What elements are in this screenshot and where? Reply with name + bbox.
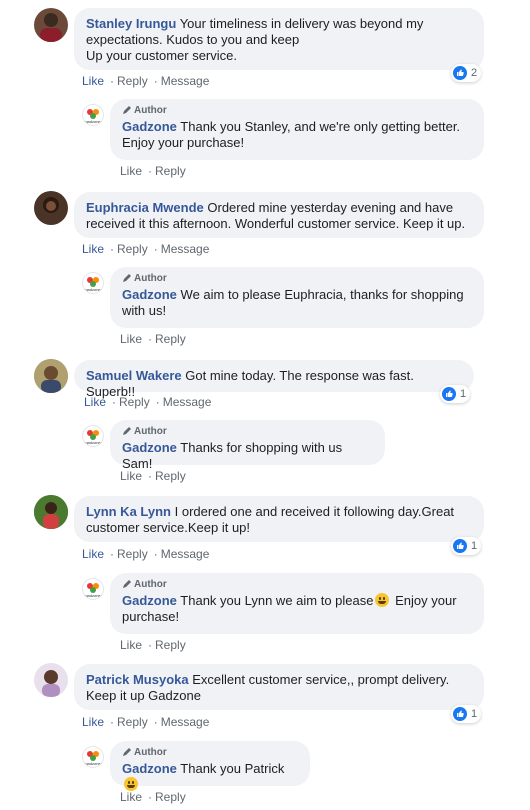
author-badge: Author (122, 273, 472, 285)
author-badge: Author (122, 105, 472, 117)
reply-bubble: Author Gadzone Thanks for shopping with … (110, 420, 385, 471)
author-badge: Author (122, 579, 472, 591)
brand-avatar[interactable]: gadzone (82, 425, 104, 447)
pencil-icon (123, 748, 131, 756)
reply-bubble: Author Gadzone Thank you Stanley, and we… (110, 99, 484, 160)
comment-bubble: Patrick Musyoka Excellent customer servi… (74, 664, 484, 710)
avatar[interactable] (34, 8, 68, 42)
like-link[interactable]: Like (120, 332, 142, 346)
reply-bubble: Author Gadzone We aim to please Euphraci… (110, 267, 484, 328)
comment-actions: Like · Reply · Message (82, 74, 210, 88)
reply-text: Thank you Lynn we aim to please (180, 593, 374, 608)
svg-text:gadzone: gadzone (85, 119, 101, 124)
reply-link[interactable]: Reply (155, 790, 186, 804)
smiley-emoji-icon (124, 777, 138, 791)
like-link[interactable]: Like (120, 469, 142, 483)
replier-name[interactable]: Gadzone (122, 761, 177, 776)
commenter-name[interactable]: Stanley Irungu (86, 16, 176, 31)
reply-actions: Like · Reply (120, 638, 186, 652)
like-icon (453, 707, 467, 721)
author-badge: Author (122, 747, 298, 759)
avatar[interactable] (34, 495, 68, 529)
svg-text:gadzone: gadzone (85, 761, 101, 766)
reply-actions: Like · Reply (120, 790, 186, 804)
reaction-count[interactable]: 1 (451, 537, 482, 555)
brand-avatar[interactable]: gadzone (82, 746, 104, 768)
replier-name[interactable]: Gadzone (122, 119, 177, 134)
reply-text: Thank you Patrick (180, 761, 285, 776)
reply-link[interactable]: Reply (117, 74, 148, 88)
reply-bubble: Author Gadzone Thank you Patrick (110, 741, 310, 791)
reply-link[interactable]: Reply (117, 715, 148, 729)
message-link[interactable]: Message (161, 547, 210, 561)
reply-link[interactable]: Reply (119, 395, 150, 409)
pencil-icon (123, 580, 131, 588)
smiley-emoji-icon (375, 593, 390, 607)
author-badge: Author (122, 426, 373, 438)
comment-bubble: Euphracia Mwende Ordered mine yesterday … (74, 192, 484, 238)
pencil-icon (123, 106, 131, 114)
pencil-icon (123, 427, 131, 435)
message-link[interactable]: Message (163, 395, 212, 409)
message-link[interactable]: Message (161, 242, 210, 256)
like-link[interactable]: Like (120, 638, 142, 652)
like-link[interactable]: Like (82, 74, 104, 88)
brand-avatar[interactable]: gadzone (82, 578, 104, 600)
like-link[interactable]: Like (84, 395, 106, 409)
avatar[interactable] (34, 663, 68, 697)
comment-bubble: Lynn Ka Lynn I ordered one and received … (74, 496, 484, 542)
reply-actions: Like · Reply (120, 469, 186, 483)
reply-link[interactable]: Reply (155, 469, 186, 483)
reaction-count[interactable]: 1 (451, 705, 482, 723)
like-icon (442, 387, 456, 401)
comment-actions: Like · Reply · Message (82, 547, 210, 561)
commenter-name[interactable]: Euphracia Mwende (86, 200, 204, 215)
comment-bubble: Samuel Wakere Got mine today. The respon… (74, 360, 474, 399)
message-link[interactable]: Message (161, 74, 210, 88)
commenter-name[interactable]: Lynn Ka Lynn (86, 504, 171, 519)
message-link[interactable]: Message (161, 715, 210, 729)
reply-link[interactable]: Reply (155, 638, 186, 652)
reply-link[interactable]: Reply (117, 242, 148, 256)
comment-bubble: Stanley Irungu Your timeliness in delive… (74, 8, 484, 70)
avatar[interactable] (34, 359, 68, 393)
like-link[interactable]: Like (120, 790, 142, 804)
reply-actions: Like · Reply (120, 332, 186, 346)
replier-name[interactable]: Gadzone (122, 440, 177, 455)
replier-name[interactable]: Gadzone (122, 593, 177, 608)
brand-avatar[interactable]: gadzone (82, 272, 104, 294)
svg-text:gadzone: gadzone (85, 440, 101, 445)
like-link[interactable]: Like (82, 715, 104, 729)
commenter-name[interactable]: Samuel Wakere (86, 368, 182, 383)
comment-actions: Like · Reply · Message (84, 395, 212, 409)
like-link[interactable]: Like (120, 164, 142, 178)
reply-link[interactable]: Reply (155, 164, 186, 178)
reaction-count[interactable]: 2 (451, 64, 482, 82)
comment-actions: Like · Reply · Message (82, 242, 210, 256)
reply-link[interactable]: Reply (117, 547, 148, 561)
like-icon (453, 66, 467, 80)
avatar[interactable] (34, 191, 68, 225)
like-icon (453, 539, 467, 553)
brand-avatar[interactable]: gadzone (82, 104, 104, 126)
reply-actions: Like · Reply (120, 164, 186, 178)
svg-text:gadzone: gadzone (85, 287, 101, 292)
like-link[interactable]: Like (82, 547, 104, 561)
commenter-name[interactable]: Patrick Musyoka (86, 672, 189, 687)
comment-text: Up your customer service. (86, 48, 237, 63)
like-link[interactable]: Like (82, 242, 104, 256)
reaction-count[interactable]: 1 (440, 385, 471, 403)
comment-actions: Like · Reply · Message (82, 715, 210, 729)
reply-bubble: Author Gadzone Thank you Lynn we aim to … (110, 573, 484, 634)
svg-text:gadzone: gadzone (85, 593, 101, 598)
replier-name[interactable]: Gadzone (122, 287, 177, 302)
reply-link[interactable]: Reply (155, 332, 186, 346)
pencil-icon (123, 274, 131, 282)
